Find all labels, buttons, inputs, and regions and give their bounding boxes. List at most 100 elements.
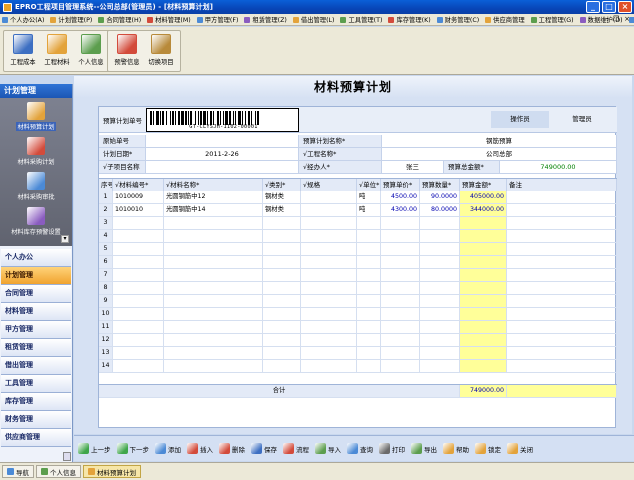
table-cell-code[interactable]	[113, 347, 164, 360]
table-cell-amt[interactable]	[460, 295, 507, 308]
action-button-1[interactable]: 下一步	[116, 443, 149, 454]
table-cell-note[interactable]	[507, 282, 617, 295]
table-cell-amt[interactable]	[460, 217, 507, 230]
table-cell-amt[interactable]: 405000.00	[460, 191, 507, 204]
menu-item-10[interactable]: 供应商管理	[485, 15, 525, 24]
action-button-4[interactable]: 删除	[219, 443, 245, 454]
category-item-5[interactable]: 租赁管理	[1, 339, 71, 357]
table-cell-cat[interactable]	[263, 269, 301, 282]
table-cell-note[interactable]	[507, 243, 617, 256]
table-cell-qty[interactable]	[420, 295, 460, 308]
table-cell-spec[interactable]	[301, 360, 357, 373]
table-cell-spec[interactable]	[301, 256, 357, 269]
table-cell-unit[interactable]	[357, 308, 381, 321]
table-cell-unit[interactable]	[357, 334, 381, 347]
table-cell-cat[interactable]	[263, 295, 301, 308]
menu-item-11[interactable]: 工程管理(G)	[530, 15, 574, 24]
table-cell-unit[interactable]	[357, 321, 381, 334]
table-cell-name[interactable]	[164, 321, 263, 334]
table-cell-cat[interactable]	[263, 256, 301, 269]
table-cell-note[interactable]	[507, 191, 617, 204]
table-cell-name[interactable]	[164, 360, 263, 373]
table-cell-unit[interactable]	[357, 360, 381, 373]
table-cell-note[interactable]	[507, 347, 617, 360]
table-cell-price[interactable]	[381, 230, 420, 243]
table-cell-spec[interactable]	[301, 204, 357, 217]
status-tab-1[interactable]: 个人信息	[36, 465, 81, 478]
action-button-2[interactable]: 添加	[155, 443, 181, 454]
category-item-6[interactable]: 借出管理	[1, 357, 71, 375]
table-cell-note[interactable]	[507, 308, 617, 321]
action-button-13[interactable]: 关闭	[507, 443, 533, 454]
table-cell-code[interactable]: 1010010	[113, 204, 164, 217]
table-cell-price[interactable]	[381, 269, 420, 282]
minimize-button[interactable]: _	[586, 1, 600, 13]
table-cell-qty[interactable]	[420, 347, 460, 360]
category-item-1[interactable]: 计划管理	[1, 267, 71, 285]
toolbar-button-group1-2[interactable]: 个人信息	[74, 31, 108, 71]
table-cell-code[interactable]	[113, 308, 164, 321]
table-cell-spec[interactable]	[301, 308, 357, 321]
toolbar-button-group2-1[interactable]: 切换项目	[144, 31, 178, 71]
table-cell-spec[interactable]	[301, 321, 357, 334]
category-item-8[interactable]: 库存管理	[1, 393, 71, 411]
toolbar-button-group1-0[interactable]: 工程成本	[6, 31, 40, 71]
table-cell-qty[interactable]: 80.0000	[420, 204, 460, 217]
module-item-1[interactable]: 材料采购计划	[0, 137, 72, 172]
menu-item-6[interactable]: 借出管理(L)	[292, 15, 334, 24]
table-cell-name[interactable]: 光圆钢筋中12	[164, 191, 263, 204]
table-cell-note[interactable]	[507, 230, 617, 243]
table-cell-amt[interactable]	[460, 308, 507, 321]
table-cell-qty[interactable]: 90.0000	[420, 191, 460, 204]
subproject-field[interactable]	[146, 161, 299, 174]
table-cell-note[interactable]	[507, 269, 617, 282]
table-cell-amt[interactable]	[460, 230, 507, 243]
table-cell-cat[interactable]	[263, 243, 301, 256]
category-item-7[interactable]: 工具管理	[1, 375, 71, 393]
table-cell-qty[interactable]	[420, 321, 460, 334]
action-button-7[interactable]: 导入	[315, 443, 341, 454]
menu-item-0[interactable]: 个人办公(A)	[2, 15, 44, 24]
table-cell-code[interactable]: 1010009	[113, 191, 164, 204]
table-cell-unit[interactable]	[357, 243, 381, 256]
table-cell-price[interactable]	[381, 295, 420, 308]
table-cell-cat[interactable]	[263, 347, 301, 360]
table-cell-unit[interactable]: 吨	[357, 204, 381, 217]
table-cell-qty[interactable]	[420, 282, 460, 295]
table-cell-amt[interactable]	[460, 360, 507, 373]
table-cell-note[interactable]	[507, 256, 617, 269]
table-cell-unit[interactable]	[357, 269, 381, 282]
table-cell-note[interactable]	[507, 295, 617, 308]
table-cell-spec[interactable]	[301, 334, 357, 347]
action-button-0[interactable]: 上一步	[78, 443, 111, 454]
action-button-9[interactable]: 打印	[379, 443, 405, 454]
table-cell-qty[interactable]	[420, 256, 460, 269]
table-cell-qty[interactable]	[420, 243, 460, 256]
table-cell-amt[interactable]	[460, 269, 507, 282]
module-item-2[interactable]: 材料采购审批	[0, 172, 72, 207]
table-cell-cat[interactable]	[263, 360, 301, 373]
table-cell-cat[interactable]	[263, 308, 301, 321]
table-cell-unit[interactable]: 吨	[357, 191, 381, 204]
menu-item-2[interactable]: 合同管理(H)	[98, 15, 141, 24]
table-cell-cat[interactable]: 钢材类	[263, 204, 301, 217]
table-cell-name[interactable]	[164, 308, 263, 321]
table-cell-name[interactable]: 光圆钢筋中14	[164, 204, 263, 217]
table-cell-spec[interactable]	[301, 191, 357, 204]
table-cell-amt[interactable]	[460, 334, 507, 347]
original-number-field[interactable]	[146, 135, 299, 148]
table-cell-amt[interactable]	[460, 282, 507, 295]
table-cell-name[interactable]	[164, 282, 263, 295]
category-item-0[interactable]: 个人办公	[1, 249, 71, 267]
table-cell-spec[interactable]	[301, 217, 357, 230]
table-cell-price[interactable]	[381, 321, 420, 334]
table-cell-name[interactable]	[164, 347, 263, 360]
table-cell-note[interactable]	[507, 334, 617, 347]
table-cell-code[interactable]	[113, 230, 164, 243]
action-button-11[interactable]: 帮助	[443, 443, 469, 454]
table-cell-name[interactable]	[164, 269, 263, 282]
table-cell-unit[interactable]	[357, 217, 381, 230]
project-name-field[interactable]: 公司总部	[382, 148, 617, 161]
handler-field[interactable]: 张三	[382, 161, 444, 174]
table-cell-cat[interactable]	[263, 282, 301, 295]
